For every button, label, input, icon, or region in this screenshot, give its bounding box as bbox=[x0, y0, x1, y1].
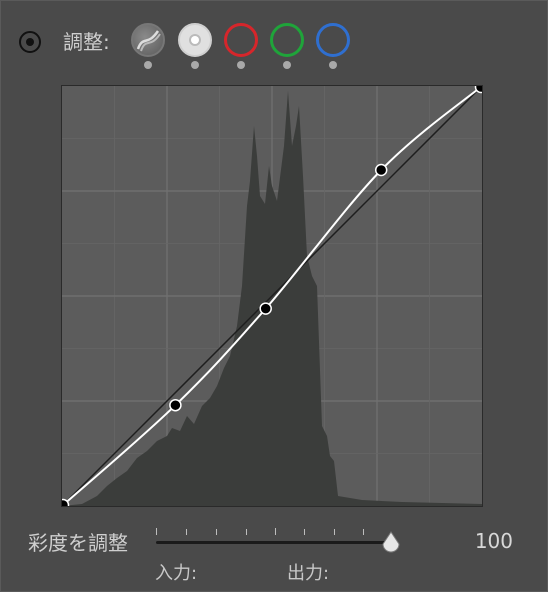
output-label: 出力: bbox=[287, 563, 330, 584]
green-indicator-dot bbox=[283, 61, 291, 69]
slider-tick bbox=[216, 529, 217, 535]
red-channel-button[interactable] bbox=[224, 23, 258, 57]
slider-tick bbox=[334, 529, 335, 535]
tone-curve-graph[interactable] bbox=[61, 85, 483, 507]
input-label: 入力: bbox=[155, 563, 198, 584]
curve-control-point[interactable] bbox=[169, 398, 182, 412]
parametric-indicator-dot bbox=[144, 61, 152, 69]
curve-control-point[interactable] bbox=[374, 163, 388, 177]
slider-tick bbox=[304, 529, 305, 535]
blue-indicator-dot bbox=[329, 61, 337, 69]
green-channel-button[interactable] bbox=[270, 23, 304, 57]
slider-tick bbox=[363, 529, 364, 535]
blue-channel-button[interactable] bbox=[316, 23, 350, 57]
slider-tick bbox=[246, 529, 247, 535]
parametric-curve-icon[interactable] bbox=[131, 23, 165, 57]
red-indicator-dot bbox=[237, 61, 245, 69]
adjust-label: 調整: bbox=[63, 30, 110, 54]
slider-tick-center bbox=[275, 528, 276, 535]
parametric-curve-glyph bbox=[136, 30, 161, 52]
rgb-indicator-dot bbox=[191, 61, 199, 69]
saturation-slider-thumb[interactable] bbox=[381, 531, 401, 553]
slider-tick bbox=[186, 529, 187, 535]
curve-control-point[interactable] bbox=[259, 302, 272, 315]
saturation-label: 彩度を調整 bbox=[28, 531, 128, 555]
rgb-channel-button[interactable] bbox=[178, 23, 212, 57]
slider-tick bbox=[156, 528, 157, 535]
saturation-value: 100 bbox=[474, 529, 513, 553]
saturation-slider[interactable] bbox=[156, 541, 394, 544]
target-adjust-icon[interactable] bbox=[19, 31, 41, 53]
tone-curve-canvas[interactable] bbox=[62, 86, 482, 506]
curves-panel: 調整: 彩度を調整 100 入力: 出力: bbox=[0, 0, 548, 592]
